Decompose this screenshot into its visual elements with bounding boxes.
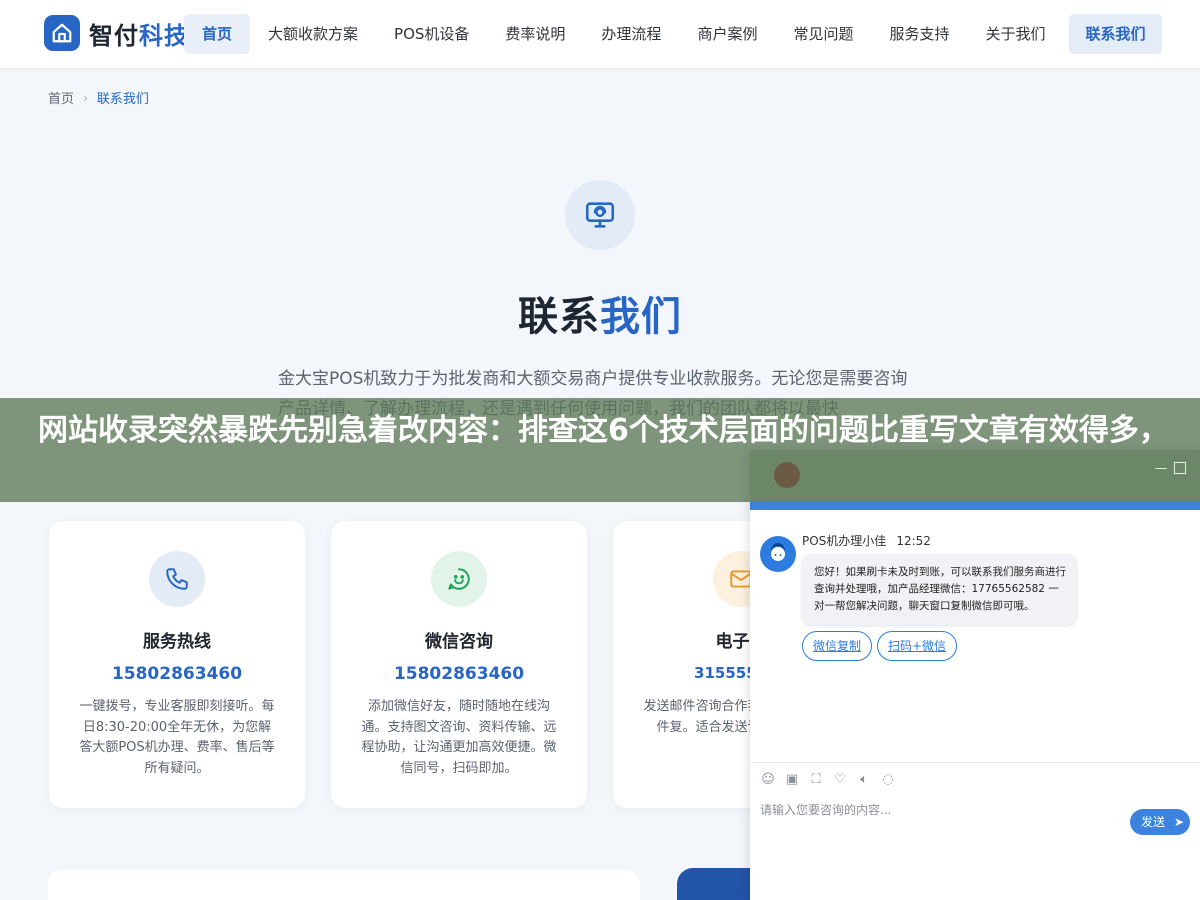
chat-message-input[interactable] [760,800,1120,820]
image-icon[interactable]: ▣ [784,772,800,788]
monitor-support-icon [565,180,635,250]
chat-header [750,450,1200,502]
breadcrumb-separator: › [83,90,88,105]
nav-item-home[interactable]: 首页 [184,14,251,54]
emoji-icon[interactable]: ☺ [760,772,776,788]
nav-item-process[interactable]: 办理流程 [583,14,679,54]
wechat-small-icon[interactable]: ◌ [880,772,896,788]
nav-item-support[interactable]: 服务支持 [871,14,967,54]
chat-minimize-button[interactable]: — [1152,460,1170,478]
chat-widget: — POS机办理小佳 12:52 您好！如果刷卡未及时到账，可以联系我们服务商进行… [750,450,1200,900]
hotline-number-link[interactable]: 15802863460 [49,664,305,684]
main-nav: 首页 大额收款方案 POS机设备 费率说明 办理流程 商户案例 常见问题 服务支… [184,14,1064,54]
chat-header-avatar [774,462,800,488]
chat-toolbar: ☺ ▣ ⛶ ♡ 🔈︎ ◌ [750,762,1200,796]
send-button-label: 发送 [1141,815,1166,829]
send-arrow-icon: ➤ [1173,815,1184,829]
card-title: 微信咨询 [425,632,493,652]
card-description: 一键拨号，专业客服即刻接听。每日8:30-20:00全年无休，为您解答大额POS… [79,699,275,776]
scan-add-wechat-button[interactable]: 扫码+微信 [877,631,958,661]
agent-avatar-icon [760,536,796,572]
nav-item-faq[interactable]: 常见问题 [775,14,871,54]
phone-icon [149,551,205,607]
nav-item-rates[interactable]: 费率说明 [487,14,583,54]
agent-name-text: POS机办理小佳 [802,534,887,548]
nav-item-large-payment[interactable]: 大额收款方案 [250,14,376,54]
page-title-prefix: 联系 [518,294,600,340]
agent-name: POS机办理小佳 12:52 [802,532,931,549]
wechat-icon [431,551,487,607]
wechat-number-link[interactable]: 15802863460 [331,664,587,684]
card-description: 添加微信好友，随时随地在线沟通。支持图文咨询、资料传输、远程协助，让沟通更加高效… [361,699,557,776]
site-logo[interactable]: 智付科技 [44,15,189,51]
breadcrumb-current: 联系我们 [96,92,149,107]
contact-form-card [48,870,640,900]
chat-maximize-button[interactable] [1174,462,1186,474]
nav-item-cases[interactable]: 商户案例 [679,14,775,54]
page-title-suffix: 我们 [600,294,682,340]
logo-text-prefix: 智付 [89,21,139,50]
nav-item-about[interactable]: 关于我们 [967,14,1063,54]
contact-us-button[interactable]: 联系我们 [1069,14,1162,54]
message-time: 12:52 [896,534,931,548]
logo-text-suffix: 科技 [139,21,189,50]
contact-card-hotline: 服务热线 15802863460 一键拨号，专业客服即刻接听。每日8:30-20… [49,521,305,808]
send-button[interactable]: 发送 ➤ [1130,809,1190,835]
chat-header-strip [750,502,1200,510]
card-title: 服务热线 [143,632,211,652]
home-logo-icon [44,15,80,51]
agent-message-bubble: 您好！如果刷卡未及时到账，可以联系我们服务商进行查询并处理哦，加产品经理微信：1… [802,554,1077,625]
copy-wechat-button[interactable]: 微信复制 [802,631,873,661]
breadcrumb: 首页 › 联系我们 [48,88,149,108]
logo-text: 智付科技 [89,16,189,51]
breadcrumb-home-link[interactable]: 首页 [48,88,74,107]
site-header: 智付科技 首页 大额收款方案 POS机设备 费率说明 办理流程 商户案例 常见问… [0,0,1200,68]
page-title: 联系我们 [0,284,1200,342]
contact-card-wechat: 微信咨询 15802863460 添加微信好友，随时随地在线沟通。支持图文咨询、… [331,521,587,808]
voice-icon[interactable]: 🔈︎ [856,772,872,788]
evaluate-icon[interactable]: ♡ [832,772,848,788]
screenshot-icon[interactable]: ⛶ [808,772,824,788]
nav-item-pos-devices[interactable]: POS机设备 [376,14,487,54]
